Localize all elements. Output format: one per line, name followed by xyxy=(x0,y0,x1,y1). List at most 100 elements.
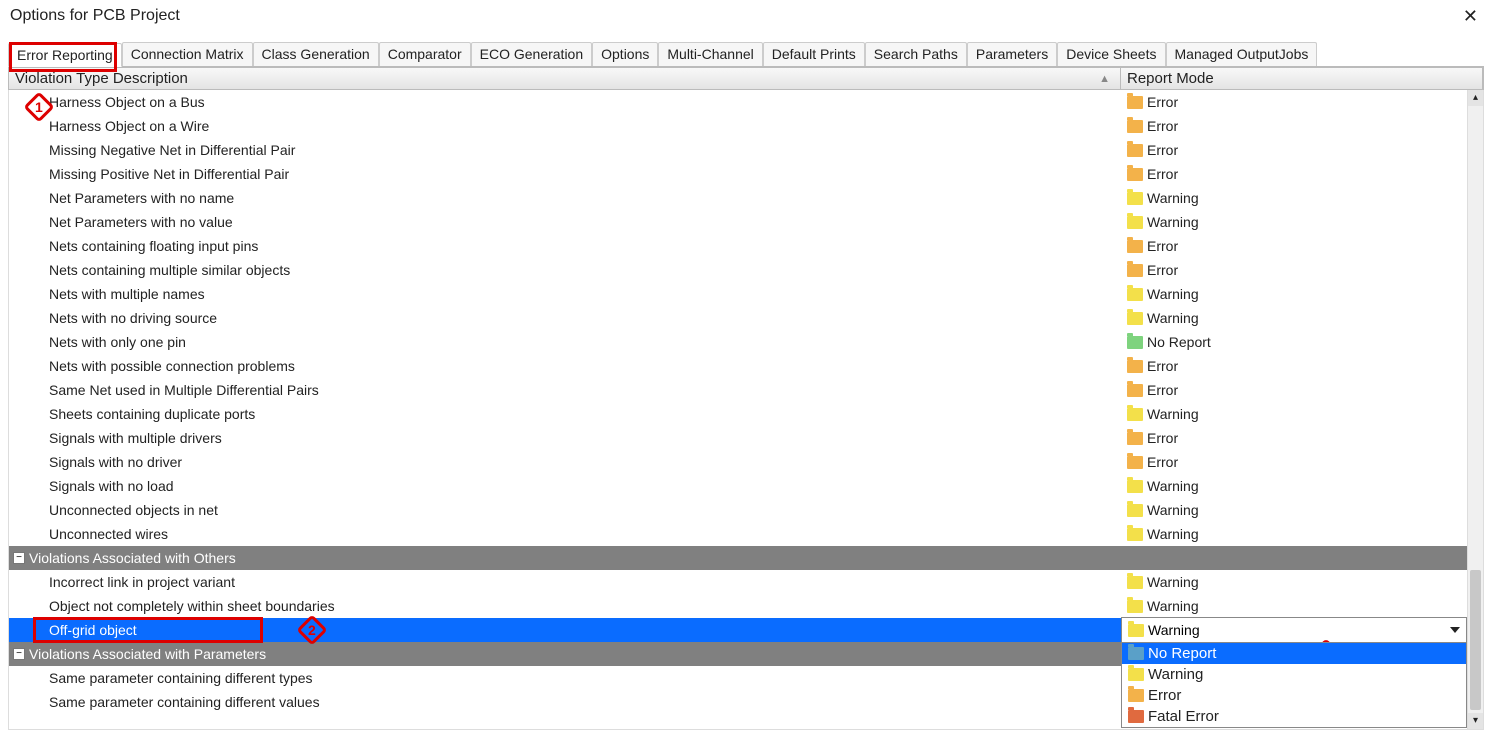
violation-row[interactable]: Signals with multiple driversError xyxy=(9,426,1467,450)
report-mode-cell[interactable]: Error xyxy=(1121,354,1467,378)
violation-row[interactable]: Signals with no loadWarning xyxy=(9,474,1467,498)
column-header-description[interactable]: Violation Type Description ▲ xyxy=(9,68,1121,89)
folder-icon xyxy=(1127,600,1143,613)
folder-icon xyxy=(1127,144,1143,157)
report-mode-cell[interactable]: Warning xyxy=(1121,186,1467,210)
violation-row[interactable]: Unconnected objects in net Warning xyxy=(9,498,1467,522)
report-mode-value: Error xyxy=(1147,426,1178,450)
violation-row[interactable]: Nets with only one pinNo Report xyxy=(9,330,1467,354)
collapse-toggle-icon[interactable]: − xyxy=(13,648,25,660)
report-mode-cell[interactable]: Warning xyxy=(1121,474,1467,498)
violation-row[interactable]: Net Parameters with no nameWarning xyxy=(9,186,1467,210)
report-mode-cell[interactable]: Warning xyxy=(1121,210,1467,234)
report-mode-cell[interactable]: Error xyxy=(1121,234,1467,258)
scroll-down-icon[interactable]: ▾ xyxy=(1468,713,1483,729)
violation-row[interactable]: Incorrect link in project variant Warning xyxy=(9,570,1467,594)
report-mode-cell[interactable]: Warning xyxy=(1121,594,1467,618)
violation-row[interactable]: Harness Object on a BusError xyxy=(9,90,1467,114)
violation-description: Violations Associated with Others xyxy=(29,546,236,570)
close-icon[interactable]: ✕ xyxy=(1455,4,1486,29)
violation-row[interactable]: Nets containing floating input pinsError xyxy=(9,234,1467,258)
tab-default-prints[interactable]: Default Prints xyxy=(763,42,865,66)
tab-comparator[interactable]: Comparator xyxy=(379,42,471,66)
violation-description: Net Parameters with no value xyxy=(49,210,233,234)
violation-description: Same parameter containing different type… xyxy=(49,666,313,690)
folder-icon xyxy=(1127,288,1143,301)
violation-description: Nets with possible connection problems xyxy=(49,354,295,378)
report-mode-value: Warning xyxy=(1147,522,1199,546)
scroll-up-icon[interactable]: ▴ xyxy=(1468,90,1483,106)
violation-description: Incorrect link in project variant xyxy=(49,570,235,594)
dropdown-item-error[interactable]: Error xyxy=(1122,685,1466,706)
report-mode-dropdown[interactable]: No ReportWarningErrorFatal Error xyxy=(1121,642,1467,728)
report-mode-cell[interactable]: Error xyxy=(1121,138,1467,162)
report-mode-cell[interactable]: Error xyxy=(1121,258,1467,282)
report-mode-value: Warning xyxy=(1147,306,1199,330)
violation-row[interactable]: Off-grid objectWarning xyxy=(9,618,1467,642)
violation-row[interactable]: Net Parameters with no value Warning xyxy=(9,210,1467,234)
report-mode-value: Error xyxy=(1147,162,1178,186)
violation-description: Same parameter containing different valu… xyxy=(49,690,320,714)
tab-eco-generation[interactable]: ECO Generation xyxy=(471,42,593,66)
report-mode-value: Warning xyxy=(1147,474,1199,498)
report-mode-cell[interactable]: Error xyxy=(1121,378,1467,402)
violation-row[interactable]: Object not completely within sheet bound… xyxy=(9,594,1467,618)
report-mode-cell[interactable]: Error xyxy=(1121,90,1467,114)
violation-row[interactable]: Nets with possible connection problems Er… xyxy=(9,354,1467,378)
violation-row[interactable]: Nets with multiple names Warning xyxy=(9,282,1467,306)
tab-parameters[interactable]: Parameters xyxy=(967,42,1057,66)
folder-icon xyxy=(1128,647,1144,660)
scroll-thumb[interactable] xyxy=(1470,570,1481,710)
report-mode-value: Error xyxy=(1147,138,1178,162)
column-header-report-mode[interactable]: Report Mode xyxy=(1121,68,1483,89)
grid-body: Harness Object on a BusErrorHarness Obje… xyxy=(8,90,1484,730)
tab-multi-channel[interactable]: Multi-Channel xyxy=(658,42,762,66)
violation-row[interactable]: Missing Positive Net in Differential Pai… xyxy=(9,162,1467,186)
title-bar: Options for PCB Project ✕ xyxy=(0,0,1492,32)
dropdown-item-fatal-error[interactable]: Fatal Error xyxy=(1122,706,1466,727)
report-mode-cell[interactable]: Error xyxy=(1121,426,1467,450)
dropdown-item-warning[interactable]: Warning xyxy=(1122,664,1466,685)
report-mode-cell[interactable]: Warning xyxy=(1121,522,1467,546)
collapse-toggle-icon[interactable]: − xyxy=(13,552,25,564)
report-mode-cell[interactable]: Warning xyxy=(1121,570,1467,594)
dropdown-item-no-report[interactable]: No Report xyxy=(1122,643,1466,664)
tab-options[interactable]: Options xyxy=(592,42,658,66)
report-mode-cell[interactable]: Warning xyxy=(1121,306,1467,330)
violation-row[interactable]: Signals with no driverError xyxy=(9,450,1467,474)
report-mode-cell[interactable]: Warning xyxy=(1121,617,1467,643)
tab-connection-matrix[interactable]: Connection Matrix xyxy=(122,42,253,66)
tab-class-generation[interactable]: Class Generation xyxy=(253,42,379,66)
violation-row[interactable]: Missing Negative Net in Differential Pai… xyxy=(9,138,1467,162)
violation-row[interactable]: Same Net used in Multiple Differential P… xyxy=(9,378,1467,402)
tab-error-reporting[interactable]: Error Reporting xyxy=(8,43,122,67)
folder-icon xyxy=(1127,264,1143,277)
report-mode-value: Error xyxy=(1147,450,1178,474)
violation-row[interactable]: Nets with no driving sourceWarning xyxy=(9,306,1467,330)
violation-row[interactable]: Unconnected wiresWarning xyxy=(9,522,1467,546)
report-mode-cell[interactable]: Error xyxy=(1121,114,1467,138)
violation-row[interactable]: Nets containing multiple similar objects… xyxy=(9,258,1467,282)
report-mode-value: Error xyxy=(1147,378,1178,402)
tab-device-sheets[interactable]: Device Sheets xyxy=(1057,42,1165,66)
violation-description: Unconnected objects in net xyxy=(49,498,218,522)
report-mode-cell[interactable]: Warning xyxy=(1121,498,1467,522)
folder-icon xyxy=(1127,528,1143,541)
violation-row[interactable]: Sheets containing duplicate portsWarning xyxy=(9,402,1467,426)
folder-icon xyxy=(1127,192,1143,205)
tab-search-paths[interactable]: Search Paths xyxy=(865,42,967,66)
report-mode-value: Error xyxy=(1147,258,1178,282)
report-mode-cell[interactable]: Error xyxy=(1121,450,1467,474)
violation-description: Nets with multiple names xyxy=(49,282,205,306)
report-mode-cell[interactable]: No Report xyxy=(1121,330,1467,354)
report-mode-cell[interactable]: Warning xyxy=(1121,402,1467,426)
vertical-scrollbar[interactable]: ▴ ▾ xyxy=(1467,90,1483,729)
report-mode-cell[interactable]: Warning xyxy=(1121,282,1467,306)
violation-description: Missing Positive Net in Differential Pai… xyxy=(49,162,289,186)
group-row[interactable]: −Violations Associated with Others xyxy=(9,546,1467,570)
tab-bar: Error ReportingConnection MatrixClass Ge… xyxy=(8,42,1484,67)
report-mode-cell[interactable]: Error xyxy=(1121,162,1467,186)
tab-managed-outputjobs[interactable]: Managed OutputJobs xyxy=(1166,42,1318,66)
violation-row[interactable]: Harness Object on a WireError xyxy=(9,114,1467,138)
folder-icon xyxy=(1127,120,1143,133)
